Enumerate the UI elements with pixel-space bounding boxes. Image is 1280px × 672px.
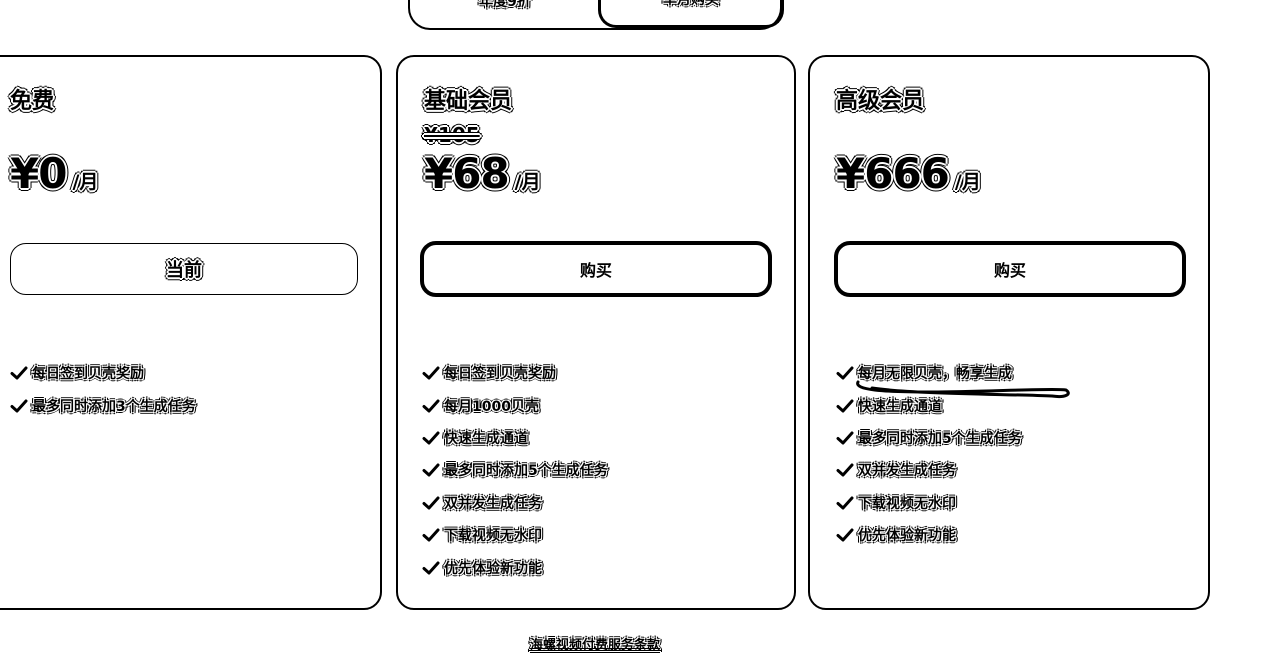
- list-item: 最多同时添加5个生成任务: [835, 422, 1022, 454]
- plan-name: 免费: [10, 89, 55, 114]
- feature-label: 快速生成通道: [444, 430, 528, 447]
- feature-list: 每日签到贝壳奖励 最多同时添加3个生成任务: [9, 357, 196, 422]
- check-icon: [9, 397, 29, 414]
- list-item: 下载视频无水印: [835, 487, 1022, 519]
- list-item: 双并发生成任务: [835, 454, 1022, 486]
- price-amount: ¥0: [10, 149, 67, 198]
- list-item: 优先体验新功能: [421, 551, 608, 583]
- price-period: /月: [954, 171, 981, 193]
- plan-price: ¥68/月: [424, 149, 541, 198]
- feature-label: 每日签到贝壳奖励: [32, 366, 144, 383]
- list-item: 每日签到贝壳奖励: [421, 357, 608, 389]
- feature-label: 快速生成通道: [858, 398, 942, 415]
- feature-label: 优先体验新功能: [444, 560, 542, 577]
- feature-label: 双并发生成任务: [444, 495, 542, 512]
- list-item: 双并发生成任务: [421, 487, 608, 519]
- plan-name: 高级会员: [836, 89, 925, 114]
- feature-label: 最多同时添加5个生成任务: [444, 463, 608, 480]
- check-icon: [835, 397, 855, 414]
- buy-basic-button[interactable]: 购买: [420, 241, 772, 297]
- feature-label: 下载视频无水印: [858, 495, 956, 512]
- check-icon: [835, 494, 855, 511]
- check-icon: [835, 429, 855, 446]
- plan-card-basic: 基础会员 ¥105 ¥68/月 购买 每日签到贝壳奖励 每月1000贝壳 快速生…: [396, 55, 796, 610]
- plan-price: ¥0/月: [10, 149, 98, 198]
- price-period: /月: [72, 171, 99, 193]
- check-icon: [421, 559, 441, 576]
- feature-label: 最多同时添加3个生成任务: [32, 398, 196, 415]
- check-icon: [421, 429, 441, 446]
- list-item: 快速生成通道: [835, 389, 1022, 421]
- check-icon: [835, 527, 855, 544]
- plan-card-free: 免费 ¥0/月 当前 每日签到贝壳奖励 最多同时添加3个生成任务: [0, 55, 382, 610]
- list-item: 优先体验新功能: [835, 519, 1022, 551]
- feature-label: 每月无限贝壳，畅享生成: [858, 366, 1012, 383]
- check-icon: [421, 462, 441, 479]
- terms-link[interactable]: 海螺视频付费服务条款: [0, 634, 1190, 653]
- original-price: ¥105: [424, 123, 480, 147]
- buy-premium-button[interactable]: 购买: [834, 241, 1186, 297]
- check-icon: [421, 365, 441, 382]
- feature-label: 优先体验新功能: [858, 528, 956, 545]
- plan-card-premium: 高级会员 ¥666/月 购买 每月无限贝壳，畅享生成 快速生成通道 最多同时添加…: [808, 55, 1210, 610]
- feature-label: 下载视频无水印: [444, 528, 542, 545]
- tab-monthly[interactable]: 单月购买: [598, 0, 784, 28]
- feature-list: 每月无限贝壳，畅享生成 快速生成通道 最多同时添加5个生成任务 双并发生成任务 …: [835, 357, 1022, 551]
- current-plan-button[interactable]: 当前: [10, 243, 358, 295]
- list-item: 最多同时添加3个生成任务: [9, 389, 196, 421]
- price-amount: ¥68: [424, 149, 510, 198]
- list-item: 每月无限贝壳，畅享生成: [835, 357, 1022, 389]
- feature-list: 每日签到贝壳奖励 每月1000贝壳 快速生成通道 最多同时添加5个生成任务 双并…: [421, 357, 608, 584]
- feature-label: 双并发生成任务: [858, 463, 956, 480]
- check-icon: [421, 527, 441, 544]
- feature-label: 最多同时添加5个生成任务: [858, 430, 1022, 447]
- check-icon: [421, 397, 441, 414]
- list-item: 每日签到贝壳奖励: [9, 357, 196, 389]
- check-icon: [835, 462, 855, 479]
- list-item: 每月1000贝壳: [421, 389, 608, 421]
- price-amount: ¥666: [836, 149, 950, 198]
- check-icon: [9, 365, 29, 382]
- plan-name: 基础会员: [424, 89, 513, 114]
- list-item: 快速生成通道: [421, 422, 608, 454]
- price-period: /月: [514, 171, 541, 193]
- plan-price: ¥666/月: [836, 149, 981, 198]
- billing-toggle: 年度9折 单月购买: [408, 0, 784, 30]
- feature-label: 每日签到贝壳奖励: [444, 366, 556, 383]
- tab-annual[interactable]: 年度9折: [410, 0, 600, 28]
- feature-label: 每月1000贝壳: [444, 398, 539, 415]
- list-item: 下载视频无水印: [421, 519, 608, 551]
- check-icon: [421, 494, 441, 511]
- check-icon: [835, 365, 855, 382]
- list-item: 最多同时添加5个生成任务: [421, 454, 608, 486]
